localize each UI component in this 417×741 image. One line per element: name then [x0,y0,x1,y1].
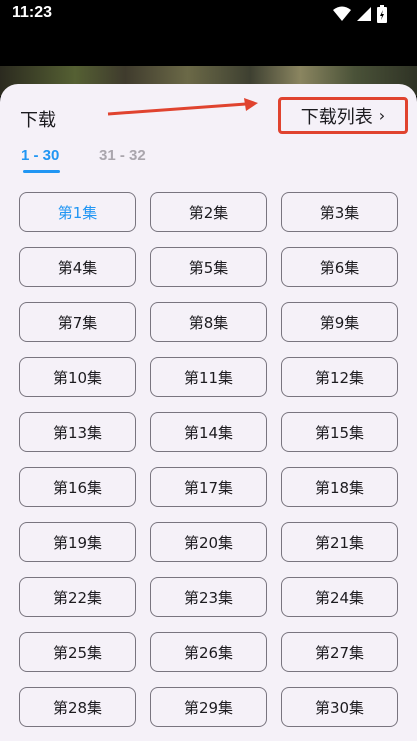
wifi-icon [333,6,351,22]
episode-button[interactable]: 第2集 [150,192,267,232]
episode-button[interactable]: 第27集 [281,632,398,672]
episode-button[interactable]: 第11集 [150,357,267,397]
tab-indicator [23,170,60,173]
episode-button[interactable]: 第15集 [281,412,398,452]
episode-button[interactable]: 第10集 [19,357,136,397]
tab-31-32[interactable]: 31 - 32 [99,147,146,164]
episode-button[interactable]: 第25集 [19,632,136,672]
download-sheet: 下载 下载列表 › 1 - 30 31 - 32 第1集 第2集 第3集第4集 第5集… [0,84,417,741]
episode-button[interactable]: 第6集 [281,247,398,287]
episode-button[interactable]: 第13集 [19,412,136,452]
episode-button[interactable]: 第14集 [150,412,267,452]
episode-button[interactable]: 第20集 [150,522,267,562]
episode-button[interactable]: 第19集 [19,522,136,562]
episode-button[interactable]: 第18集 [281,467,398,507]
status-bar: 11:23 [0,0,417,30]
episode-button[interactable]: 第9集 [281,302,398,342]
episode-button[interactable]: 第23集 [150,577,267,617]
episode-button[interactable]: 第17集 [150,467,267,507]
episode-button[interactable]: 第1集 [19,192,136,232]
episode-button[interactable]: 第26集 [150,632,267,672]
episode-button[interactable]: 第16集 [19,467,136,507]
episode-button[interactable]: 第12集 [281,357,398,397]
episode-button[interactable]: 第4集 [19,247,136,287]
download-list-button[interactable]: 下载列表 › [278,97,408,134]
episode-button[interactable]: 第21集 [281,522,398,562]
episode-grid: 第1集 第2集 第3集 第4集 第5集 第6集 第7集 第8集 第9集 第10集 第11集 第12集第… [19,192,399,727]
tab-1-30[interactable]: 1 - 30 [21,147,59,164]
chevron-right-icon: › [378,105,386,125]
episode-button[interactable]: 第24集 [281,577,398,617]
status-time: 11:23 [12,4,53,21]
episode-button[interactable]: 第22集 [19,577,136,617]
episode-button[interactable]: 第29集 [150,687,267,727]
episode-button[interactable]: 第5集 [150,247,267,287]
episode-button[interactable]: 第3集 [281,192,398,232]
episode-button[interactable]: 第30集 [281,687,398,727]
download-list-label: 下载列表 [300,106,373,128]
sheet-title: 下载 [20,110,56,131]
episode-button[interactable]: 第8集 [150,302,267,342]
episode-button[interactable]: 第7集 [19,302,136,342]
status-icons [333,5,387,23]
signal-icon [357,6,371,22]
episode-button[interactable]: 第28集 [19,687,136,727]
annotation-arrow-icon [107,98,258,116]
battery-icon [377,5,387,23]
